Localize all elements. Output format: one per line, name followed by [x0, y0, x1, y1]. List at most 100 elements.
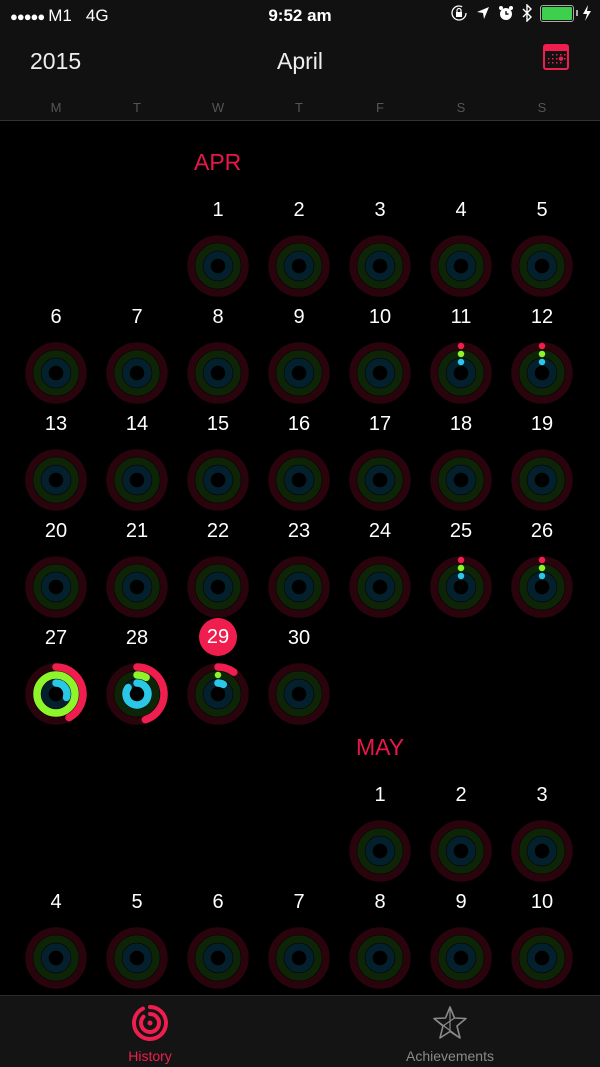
stand-ring-track: [446, 465, 476, 495]
day-number[interactable]: 7: [269, 891, 329, 914]
activity-rings[interactable]: [348, 234, 412, 298]
activity-rings[interactable]: [24, 555, 88, 619]
stand-ring-track: [41, 358, 71, 388]
activity-rings[interactable]: [105, 448, 169, 512]
tab-history[interactable]: History: [0, 996, 300, 1067]
day-number[interactable]: 8: [350, 891, 410, 914]
stand-ring-track: [284, 465, 314, 495]
calendar-today-icon[interactable]: [543, 44, 569, 70]
activity-rings[interactable]: [267, 234, 331, 298]
day-number[interactable]: 28: [107, 627, 167, 650]
tab-achievements[interactable]: Achievements: [300, 996, 600, 1067]
activity-rings[interactable]: [429, 234, 493, 298]
activity-rings[interactable]: [510, 555, 574, 619]
day-number[interactable]: 19: [512, 413, 572, 436]
activity-rings[interactable]: [267, 448, 331, 512]
activity-rings[interactable]: [186, 234, 250, 298]
activity-rings[interactable]: [510, 341, 574, 405]
day-number[interactable]: 4: [26, 891, 86, 914]
day-number[interactable]: 5: [107, 891, 167, 914]
day-number[interactable]: 6: [26, 306, 86, 329]
day-number[interactable]: 5: [512, 199, 572, 222]
activity-rings[interactable]: [105, 662, 169, 726]
activity-rings[interactable]: [348, 926, 412, 990]
status-bar: ●●●●● M1 4G 9:52 am: [0, 0, 600, 32]
activity-rings[interactable]: [429, 926, 493, 990]
exercise-ring: [133, 671, 150, 682]
location-icon: [477, 7, 489, 19]
day-number[interactable]: 8: [188, 306, 248, 329]
stand-ring-track: [122, 465, 152, 495]
stand-ring-track: [446, 572, 476, 602]
activity-rings[interactable]: [267, 926, 331, 990]
day-number[interactable]: 10: [512, 891, 572, 914]
weekday-label: F: [376, 100, 384, 115]
day-number[interactable]: 11: [431, 306, 491, 329]
day-number[interactable]: 12: [512, 306, 572, 329]
activity-rings[interactable]: [510, 448, 574, 512]
activity-rings[interactable]: [105, 555, 169, 619]
activity-rings[interactable]: [186, 555, 250, 619]
weekday-label: M: [50, 100, 62, 115]
day-number[interactable]: 3: [350, 199, 410, 222]
day-number[interactable]: 1: [350, 784, 410, 807]
day-number[interactable]: 14: [107, 413, 167, 436]
activity-rings[interactable]: [186, 448, 250, 512]
activity-rings[interactable]: [186, 341, 250, 405]
day-number[interactable]: 2: [269, 199, 329, 222]
activity-rings[interactable]: [24, 448, 88, 512]
activity-rings[interactable]: [510, 926, 574, 990]
activity-rings[interactable]: [429, 819, 493, 883]
day-number[interactable]: 3: [512, 784, 572, 807]
weekday-label: T: [295, 100, 303, 115]
day-number[interactable]: 15: [188, 413, 248, 436]
activity-rings[interactable]: [24, 662, 88, 726]
day-number[interactable]: 1: [188, 199, 248, 222]
day-number[interactable]: 4: [431, 199, 491, 222]
activity-rings[interactable]: [510, 234, 574, 298]
stand-ring-track: [527, 251, 557, 281]
stand-ring-track: [446, 251, 476, 281]
activity-calendar[interactable]: APR 1 2 3 4 5 6 7 8 9 10 11 12 13 14 15 16 17 18 19 20 21 22 23…: [0, 121, 600, 995]
activity-rings[interactable]: [105, 341, 169, 405]
day-number[interactable]: 9: [269, 306, 329, 329]
activity-rings[interactable]: [429, 341, 493, 405]
activity-rings[interactable]: [510, 819, 574, 883]
day-number[interactable]: 2: [431, 784, 491, 807]
activity-rings[interactable]: [429, 448, 493, 512]
activity-rings[interactable]: [267, 662, 331, 726]
day-number[interactable]: 7: [107, 306, 167, 329]
day-number[interactable]: 21: [107, 520, 167, 543]
day-number[interactable]: 27: [26, 627, 86, 650]
activity-rings[interactable]: [24, 926, 88, 990]
activity-rings[interactable]: [186, 662, 250, 726]
activity-rings[interactable]: [429, 555, 493, 619]
activity-rings[interactable]: [267, 555, 331, 619]
day-number[interactable]: 25: [431, 520, 491, 543]
stand-ring-track: [365, 358, 395, 388]
day-number[interactable]: 18: [431, 413, 491, 436]
activity-rings[interactable]: [186, 926, 250, 990]
activity-rings[interactable]: [24, 341, 88, 405]
day-number[interactable]: 24: [350, 520, 410, 543]
move-ring: [457, 342, 465, 350]
day-number[interactable]: 16: [269, 413, 329, 436]
day-number[interactable]: 26: [512, 520, 572, 543]
day-number[interactable]: 23: [269, 520, 329, 543]
day-number[interactable]: 17: [350, 413, 410, 436]
day-number-today[interactable]: 29: [199, 618, 237, 656]
activity-rings[interactable]: [348, 555, 412, 619]
day-number[interactable]: 9: [431, 891, 491, 914]
activity-rings[interactable]: [267, 341, 331, 405]
day-number[interactable]: 13: [26, 413, 86, 436]
day-number[interactable]: 6: [188, 891, 248, 914]
day-number[interactable]: 20: [26, 520, 86, 543]
day-number[interactable]: 10: [350, 306, 410, 329]
activity-rings[interactable]: [348, 819, 412, 883]
activity-rings[interactable]: [105, 926, 169, 990]
activity-rings[interactable]: [348, 341, 412, 405]
stand-ring-track: [446, 943, 476, 973]
activity-rings[interactable]: [348, 448, 412, 512]
day-number[interactable]: 22: [188, 520, 248, 543]
day-number[interactable]: 30: [269, 627, 329, 650]
